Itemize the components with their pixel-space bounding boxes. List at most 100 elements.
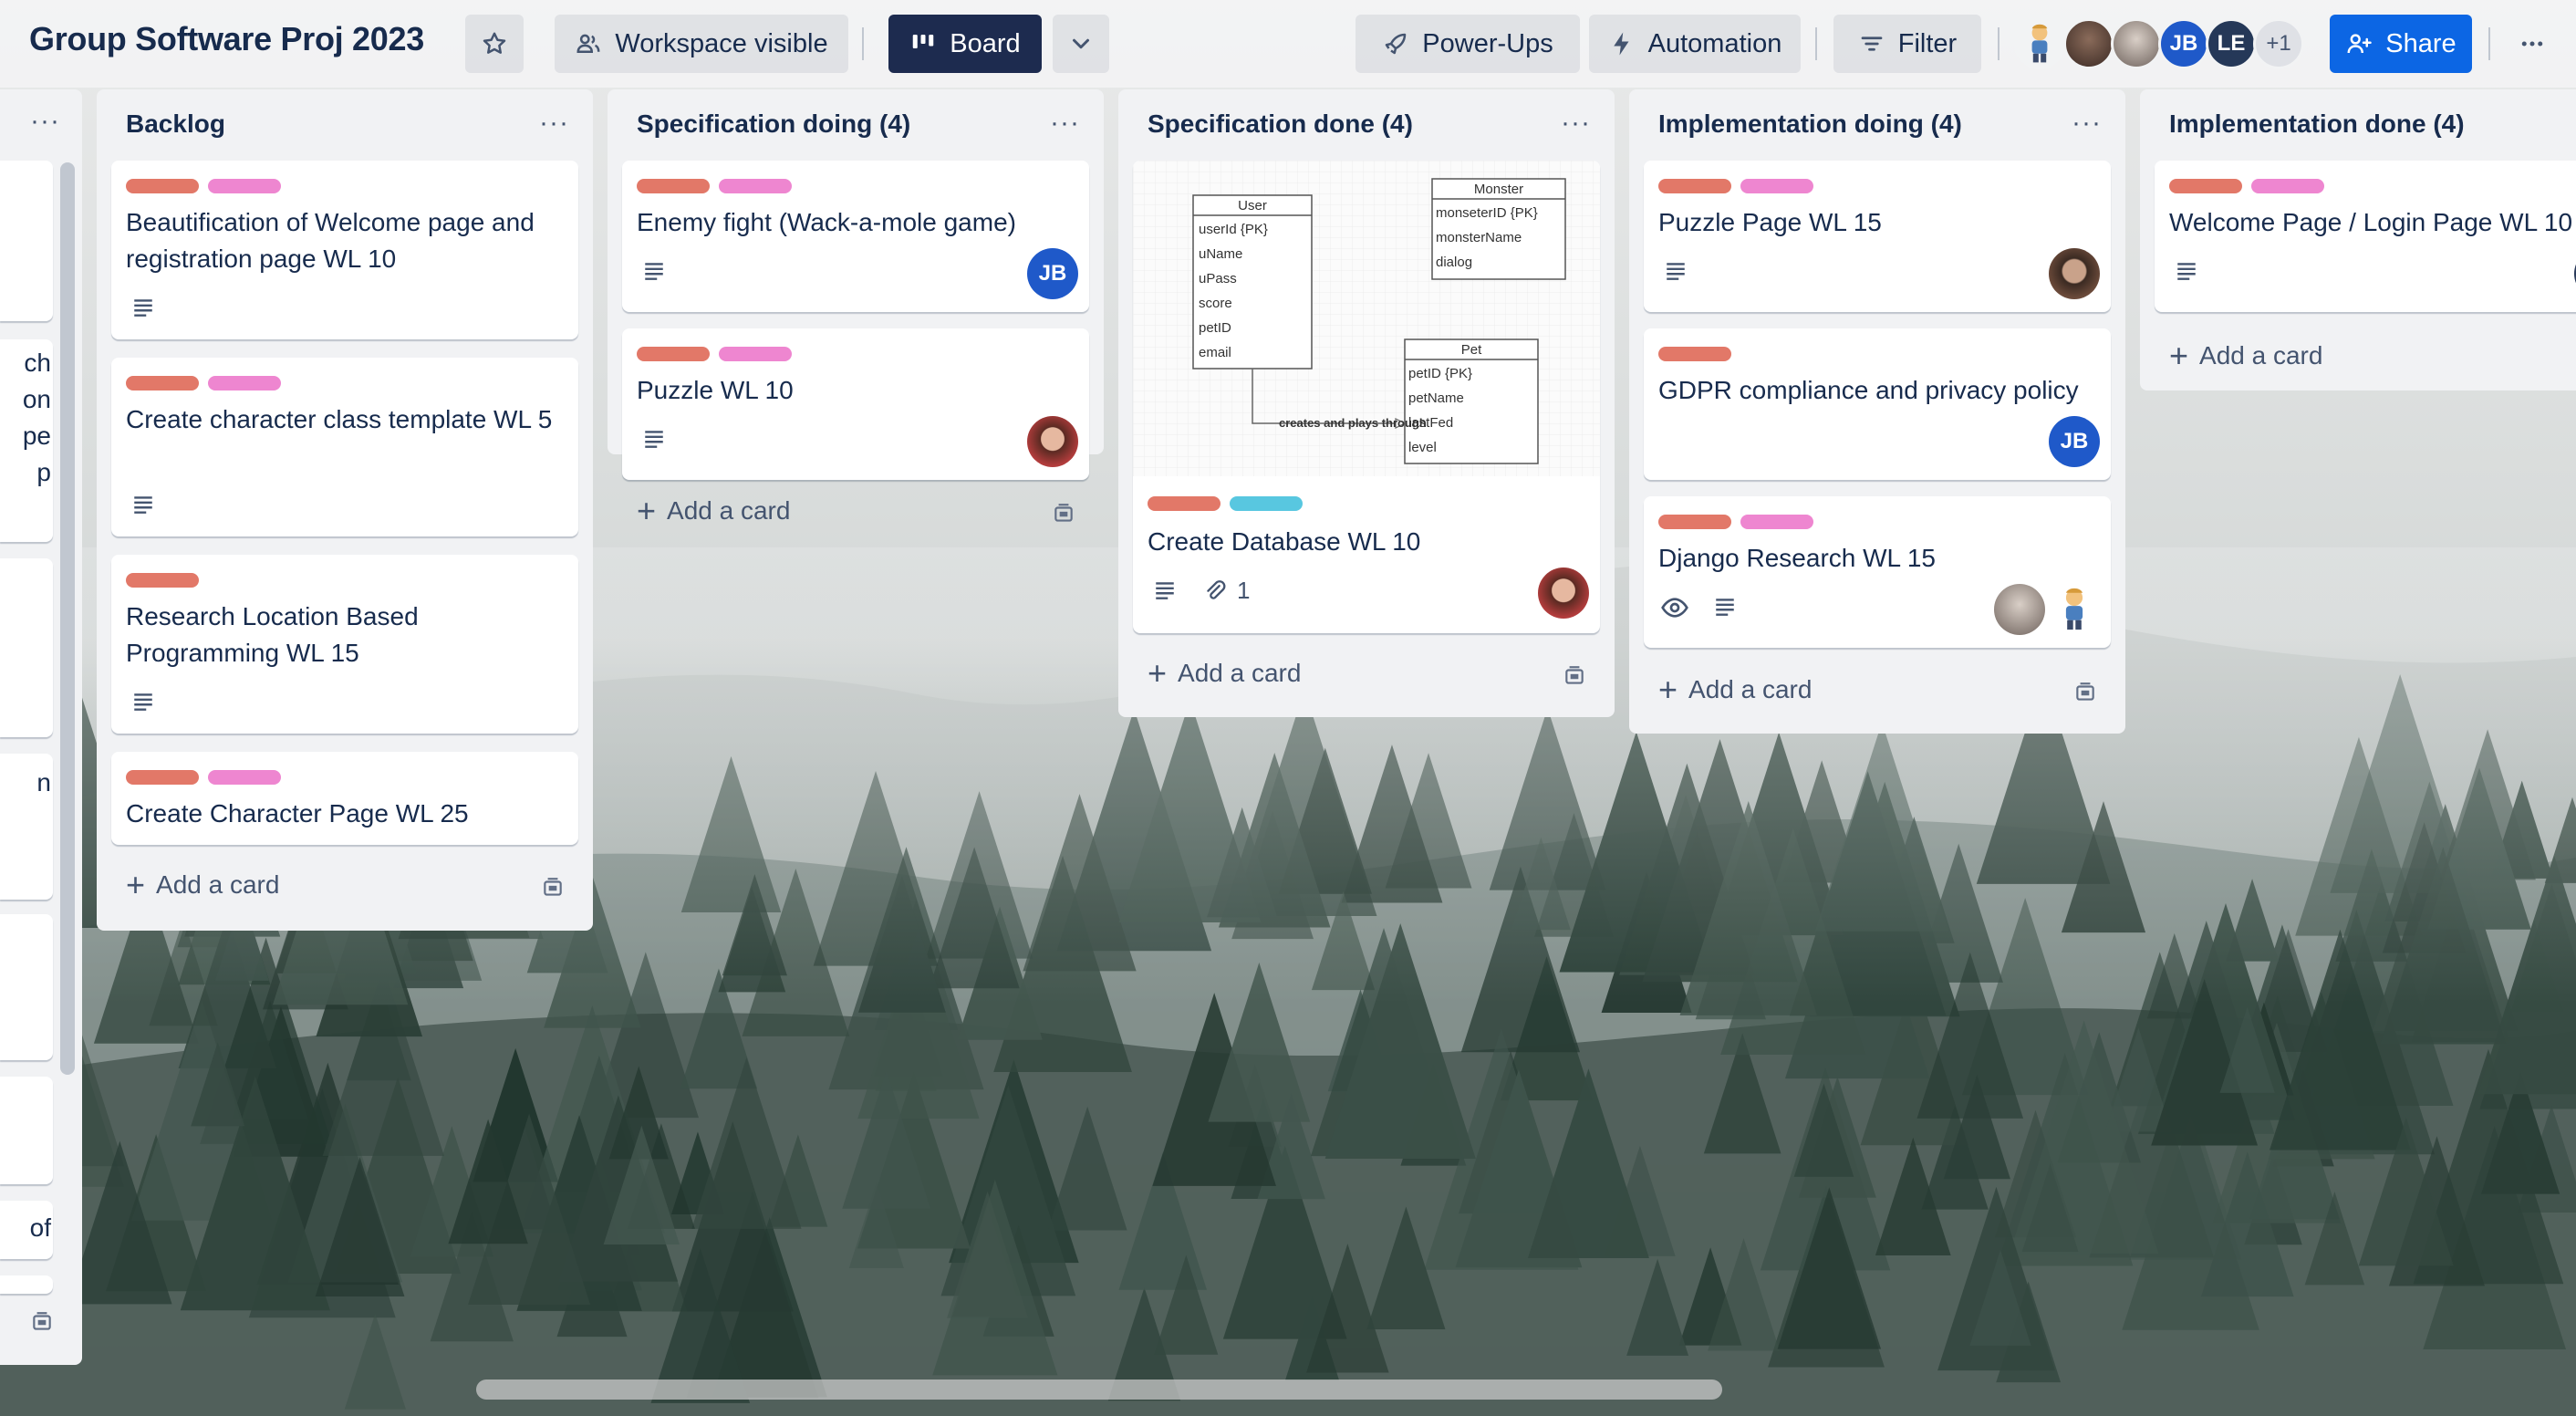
list-item[interactable]: ch on pe p xyxy=(0,339,53,542)
list-scrollbar[interactable] xyxy=(60,162,75,1075)
list-title[interactable]: Specification done (4) xyxy=(1148,109,1413,139)
list-menu-button[interactable]: ··· xyxy=(539,108,569,139)
card-member-avatar[interactable] xyxy=(1027,416,1078,467)
card-member-avatar[interactable] xyxy=(1538,567,1589,619)
member-avatar-le[interactable]: LE xyxy=(2206,18,2257,69)
label-pink xyxy=(2251,179,2324,193)
list-item[interactable]: of xyxy=(0,1201,53,1259)
add-card-button[interactable]: + Add a card xyxy=(2169,337,2322,374)
card-member-avatar[interactable]: JB xyxy=(1027,248,1078,299)
card[interactable]: Create character class template WL 5 xyxy=(111,358,578,536)
more-horizontal-icon xyxy=(2521,41,2543,47)
list-implementation-doing: Implementation doing (4) ··· Puzzle Page… xyxy=(1629,89,2125,734)
card-template-icon[interactable] xyxy=(1051,502,1076,526)
card-template-icon[interactable] xyxy=(29,1310,55,1334)
list-menu-button[interactable]: ··· xyxy=(30,106,60,137)
filter-icon xyxy=(1861,36,1883,51)
list-menu-button[interactable]: ··· xyxy=(1561,108,1591,139)
member-avatar[interactable] xyxy=(2111,18,2162,69)
card[interactable]: Research Location Based Programming WL 1… xyxy=(111,555,578,734)
list-menu-button[interactable]: ··· xyxy=(2072,108,2102,139)
board-horizontal-scrollbar[interactable] xyxy=(476,1380,1722,1400)
card-title-fragment: ch xyxy=(24,349,51,377)
list-title[interactable]: Backlog xyxy=(126,109,225,139)
card-member-avatar[interactable] xyxy=(2049,584,2100,635)
list-item[interactable]: n xyxy=(0,754,53,900)
card-title-fragment: pe xyxy=(22,422,51,450)
label-red xyxy=(126,376,199,390)
card-labels[interactable] xyxy=(1658,347,1731,361)
card-labels[interactable] xyxy=(637,179,792,193)
card-labels[interactable] xyxy=(1658,179,1813,193)
description-icon xyxy=(1716,599,1734,616)
add-card-button[interactable]: + Add a card xyxy=(637,495,790,527)
card[interactable]: Welcome Page / Login Page WL 10 xyxy=(2155,161,2576,312)
member-avatar-jb[interactable]: JB xyxy=(2158,18,2209,69)
list-title[interactable]: Implementation done (4) xyxy=(2169,109,2465,139)
card[interactable]: Enemy fight (Wack-a-mole game) JB xyxy=(622,161,1089,312)
label-pink xyxy=(719,347,792,361)
eye-icon xyxy=(1661,598,1688,618)
list-item[interactable] xyxy=(0,1077,53,1184)
label-red xyxy=(1658,179,1731,193)
card-labels[interactable] xyxy=(126,770,281,785)
card-labels[interactable] xyxy=(2169,179,2324,193)
list-title[interactable]: Implementation doing (4) xyxy=(1658,109,1962,139)
more-members-badge[interactable]: +1 xyxy=(2253,18,2304,69)
board-menu-button[interactable] xyxy=(2503,15,2561,73)
star-button[interactable] xyxy=(465,15,524,73)
lightning-icon xyxy=(1613,32,1629,56)
card-title: Welcome Page / Login Page WL 10 xyxy=(2169,208,2573,236)
description-icon xyxy=(1667,263,1685,280)
er-field: email xyxy=(1199,345,1231,360)
member-avatar[interactable] xyxy=(2063,18,2114,69)
er-monster-title: Monster xyxy=(1474,182,1523,197)
card-title: Enemy fight (Wack-a-mole game) xyxy=(637,208,1016,236)
member-avatar[interactable] xyxy=(2014,18,2065,69)
add-card-button[interactable]: + Add a card xyxy=(1148,657,1301,690)
card-labels[interactable] xyxy=(126,376,281,390)
list-item[interactable] xyxy=(0,914,53,1060)
list-item[interactable] xyxy=(0,1275,53,1294)
add-card-button[interactable]: + Add a card xyxy=(126,869,279,901)
plus-icon: + xyxy=(2169,337,2189,374)
view-switcher-button[interactable] xyxy=(1053,15,1109,73)
share-button[interactable]: Share xyxy=(2330,15,2472,73)
card-title-fragment: p xyxy=(36,458,51,486)
card-title: Beautification of Welcome page and regis… xyxy=(126,208,535,273)
card[interactable]: User userId {PK} uName uPass score petID emai… xyxy=(1133,161,1600,633)
card-labels[interactable] xyxy=(637,347,792,361)
card-template-icon[interactable] xyxy=(540,876,566,900)
card-template-icon[interactable] xyxy=(1562,664,1587,688)
list-title[interactable]: Specification doing (4) xyxy=(637,109,910,139)
list-menu-button[interactable]: ··· xyxy=(1050,108,1080,139)
filter-button[interactable]: Filter xyxy=(1833,15,1981,73)
label-pink xyxy=(1740,179,1813,193)
card-member-avatar[interactable]: JB xyxy=(2049,416,2100,467)
card-labels[interactable] xyxy=(1658,515,1813,529)
card-template-icon[interactable] xyxy=(2072,681,2098,704)
card-labels[interactable] xyxy=(126,179,281,193)
card[interactable]: Django Research WL 15 xyxy=(1644,496,2111,648)
card[interactable]: Puzzle Page WL 15 xyxy=(1644,161,2111,312)
automation-button[interactable]: Automation xyxy=(1589,15,1801,73)
card-labels[interactable] xyxy=(126,573,199,588)
card[interactable]: Puzzle WL 10 xyxy=(622,328,1089,480)
header-divider xyxy=(862,27,864,60)
card-labels[interactable] xyxy=(1148,496,1303,511)
list-item[interactable] xyxy=(0,161,53,321)
er-field: level xyxy=(1408,440,1437,455)
card[interactable]: Create Character Page WL 25 xyxy=(111,752,578,845)
card[interactable]: GDPR compliance and privacy policy JB xyxy=(1644,328,2111,480)
add-card-button[interactable]: + Add a card xyxy=(1658,673,1812,706)
card-member-avatar[interactable] xyxy=(1994,584,2045,635)
board-view-button[interactable]: Board xyxy=(888,15,1042,73)
card-member-avatar[interactable] xyxy=(2049,248,2100,299)
card-title: Puzzle WL 10 xyxy=(637,376,794,404)
card[interactable]: Beautification of Welcome page and regis… xyxy=(111,161,578,339)
visibility-button[interactable]: Workspace visible xyxy=(555,15,848,73)
er-pet-title: Pet xyxy=(1461,342,1482,358)
powerups-button[interactable]: Power-Ups xyxy=(1356,15,1580,73)
list-item[interactable] xyxy=(0,558,53,737)
board-title[interactable]: Group Software Proj 2023 xyxy=(29,20,424,58)
